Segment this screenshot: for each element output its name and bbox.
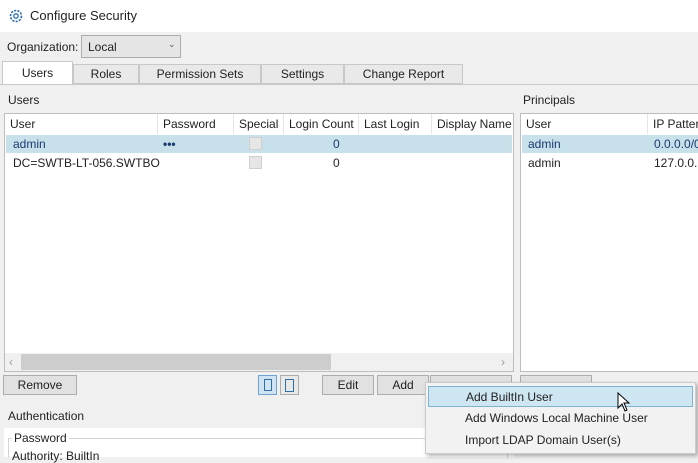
login-count-cell: 0 (333, 137, 340, 151)
title-bar: Configure Security (0, 0, 698, 32)
tab-divider (0, 84, 698, 85)
table-row[interactable]: admin ••• 0 (6, 135, 512, 153)
horizontal-scrollbar[interactable]: ‹ › (5, 353, 513, 371)
password-group-label: Password (12, 431, 69, 445)
column-header-last-login[interactable]: Last Login (359, 114, 432, 134)
scrollbar-thumb[interactable] (21, 354, 331, 370)
table-row[interactable]: admin 127.0.0.1 (522, 154, 698, 172)
organization-value: Local (88, 40, 117, 54)
window-title: Configure Security (30, 8, 137, 23)
mouse-cursor-icon (617, 392, 631, 412)
users-group-title: Users (8, 93, 40, 107)
table-row[interactable]: admin 0.0.0.0/0 (522, 135, 698, 153)
column-header-user[interactable]: User (521, 114, 648, 134)
edit-button[interactable]: Edit (322, 375, 374, 395)
chevron-down-icon: ⌄ (168, 39, 176, 49)
special-checkbox[interactable] (249, 156, 262, 169)
ip-cell: 0.0.0.0/0 (654, 137, 698, 151)
login-count-cell: 0 (333, 156, 340, 170)
principals-group-title: Principals (523, 93, 576, 107)
user-cell: DC=SWTB-LT-056.SWTBO (13, 156, 160, 170)
user-cell: admin (13, 137, 46, 151)
organization-label: Organization: (7, 40, 79, 54)
principals-table: User IP Pattern admin 0.0.0.0/0 admin 12… (520, 113, 698, 372)
authority-label: Authority: BuiltIn (12, 449, 100, 463)
paste-icon[interactable] (280, 375, 299, 395)
ip-cell: 127.0.0.1 (654, 156, 698, 170)
tab-roles[interactable]: Roles (73, 64, 139, 84)
remove-button[interactable]: Remove (3, 375, 77, 395)
scroll-left-icon[interactable]: ‹ (9, 355, 13, 369)
password-cell: ••• (163, 137, 176, 151)
column-header-login-count[interactable]: Login Count (284, 114, 359, 134)
column-header-ip-pattern[interactable]: IP Pattern (648, 114, 698, 134)
column-header-password[interactable]: Password (158, 114, 234, 134)
user-cell: admin (528, 137, 561, 151)
add-button[interactable]: Add (377, 375, 429, 395)
menu-item-add-windows-local-user[interactable]: Add Windows Local Machine User (428, 408, 693, 429)
tab-change-report[interactable]: Change Report (344, 64, 463, 84)
table-row[interactable]: DC=SWTB-LT-056.SWTBO 0 (6, 154, 512, 172)
tab-settings[interactable]: Settings (261, 64, 344, 84)
users-table: User Password Special Login Count Last L… (4, 113, 514, 372)
organization-dropdown[interactable]: Local ⌄ (81, 35, 181, 58)
special-checkbox[interactable] (249, 137, 262, 150)
tab-permission-sets[interactable]: Permission Sets (139, 64, 261, 84)
scroll-right-icon[interactable]: › (501, 355, 505, 369)
authentication-title: Authentication (8, 409, 85, 423)
menu-item-import-ldap-users[interactable]: Import LDAP Domain User(s) (428, 430, 693, 451)
user-cell: admin (528, 156, 561, 170)
tab-users[interactable]: Users (2, 61, 73, 85)
menu-item-add-builtin-user[interactable]: Add BuiltIn User (428, 386, 693, 407)
add-user-menu: Add BuiltIn User Add Windows Local Machi… (425, 382, 696, 454)
column-header-special[interactable]: Special (234, 114, 284, 134)
copy-icon[interactable] (258, 375, 277, 395)
column-header-user[interactable]: User (5, 114, 158, 134)
gear-icon (9, 9, 23, 23)
column-header-display-name[interactable]: Display Name (432, 114, 514, 134)
